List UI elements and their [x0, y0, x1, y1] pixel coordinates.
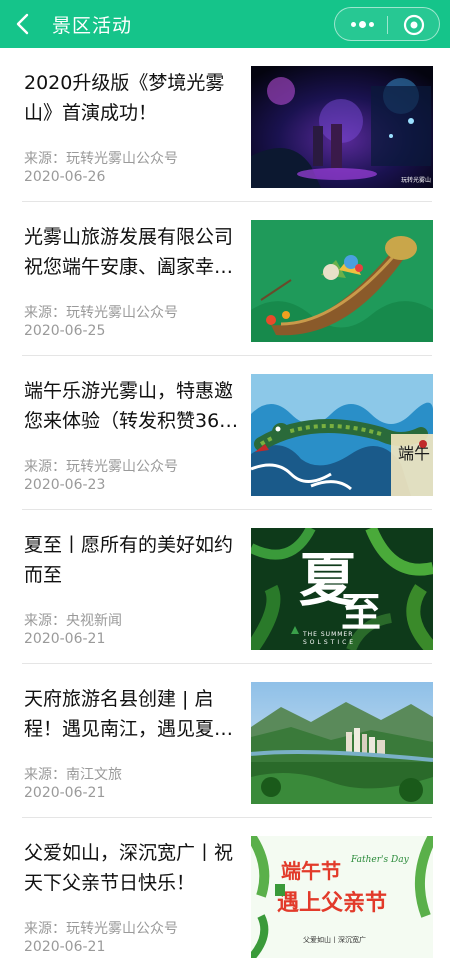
back-button[interactable]: [10, 10, 38, 38]
dragon-waves-image: 端午: [251, 374, 433, 496]
more-dot-right: [369, 22, 374, 27]
article-source: 来源：央视新闻: [24, 613, 122, 629]
thumb-sub: THE SUMMER: [302, 631, 353, 638]
article-title: 2020升级版《梦境光雾山》首演成功！: [24, 72, 225, 124]
page-title: 景区活动: [52, 15, 133, 37]
target-close-icon: [403, 14, 425, 36]
more-dot-center: [359, 21, 366, 28]
top-nav-bar: 景区活动: [0, 0, 450, 48]
thumb-text-2: 遇上父亲节: [277, 891, 387, 916]
article-thumbnail: 夏 至 THE SUMMER SOLSTICE: [251, 528, 433, 650]
thumb-caption: 玩转光雾山: [401, 176, 431, 184]
thumb-sub: Father's Day: [350, 855, 410, 865]
mountain-town-image: [251, 682, 433, 804]
thumb-sub2: SOLSTICE: [303, 639, 356, 646]
fern-leaves-image: 夏 至 THE SUMMER SOLSTICE: [251, 528, 433, 650]
miniprogram-capsule: [334, 7, 440, 41]
thumb-text-1: 端午节: [281, 859, 341, 883]
article-date: 2020-06-21: [24, 939, 106, 955]
article-thumbnail: 端午节 遇上父亲节 Father's Day 父爱如山丨深沉宽广: [251, 836, 433, 958]
article-title: 光雾山旅游发展有限公司祝您端午安康、阖家幸…: [24, 226, 234, 278]
article-item[interactable]: 父爱如山，深沉宽广丨祝天下父亲节日快乐！ 来源：玩转光雾山公众号 2020-06…: [0, 818, 450, 972]
article-title: 夏至丨愿所有的美好如约而至: [24, 534, 234, 586]
article-date: 2020-06-21: [24, 631, 106, 647]
article-source: 来源：玩转光雾山公众号: [24, 459, 178, 475]
article-date: 2020-06-26: [24, 169, 106, 185]
article-source: 来源：玩转光雾山公众号: [24, 305, 178, 321]
more-dots-icon: [351, 22, 356, 27]
article-thumbnail: 端午: [251, 374, 433, 496]
article-source: 来源：南江文旅: [24, 767, 122, 783]
thumb-text-2: 至: [341, 590, 381, 636]
article-source: 来源：玩转光雾山公众号: [24, 151, 178, 167]
close-miniprogram-button[interactable]: [388, 8, 440, 40]
article-title: 天府旅游名县创建 | 启程！遇见南江，遇见夏…: [24, 688, 234, 740]
thumb-sub2: 父爱如山丨深沉宽广: [303, 935, 366, 944]
article-item[interactable]: 光雾山旅游发展有限公司祝您端午安康、阖家幸… 来源：玩转光雾山公众号 2020-…: [0, 202, 450, 356]
article-date: 2020-06-23: [24, 477, 106, 493]
article-thumbnail: 玩转光雾山: [251, 66, 433, 188]
dragon-boat-zongzi-image: [251, 220, 433, 342]
article-item[interactable]: 天府旅游名县创建 | 启程！遇见南江，遇见夏… 来源：南江文旅 2020-06-…: [0, 664, 450, 818]
article-item[interactable]: 端午乐游光雾山，特惠邀您来体验（转发积赞36… 来源：玩转光雾山公众号 2020…: [0, 356, 450, 510]
article-thumbnail: [251, 682, 433, 804]
article-title: 端午乐游光雾山，特惠邀您来体验（转发积赞36…: [24, 380, 239, 432]
fathers-day-image: 端午节 遇上父亲节 Father's Day 父爱如山丨深沉宽广: [251, 836, 433, 958]
chevron-left-icon: [16, 13, 29, 35]
article-item[interactable]: 2020升级版《梦境光雾山》首演成功！ 来源：玩转光雾山公众号 2020-06-…: [0, 48, 450, 202]
article-source: 来源：玩转光雾山公众号: [24, 921, 178, 937]
article-date: 2020-06-21: [24, 785, 106, 801]
article-date: 2020-06-25: [24, 323, 106, 339]
night-show-image: 玩转光雾山: [251, 66, 433, 188]
article-title: 父爱如山，深沉宽广丨祝天下父亲节日快乐！: [24, 842, 234, 894]
article-thumbnail: [251, 220, 433, 342]
article-item[interactable]: 夏至丨愿所有的美好如约而至 来源：央视新闻 2020-06-21 夏 至 THE…: [0, 510, 450, 664]
more-button[interactable]: [335, 8, 387, 40]
